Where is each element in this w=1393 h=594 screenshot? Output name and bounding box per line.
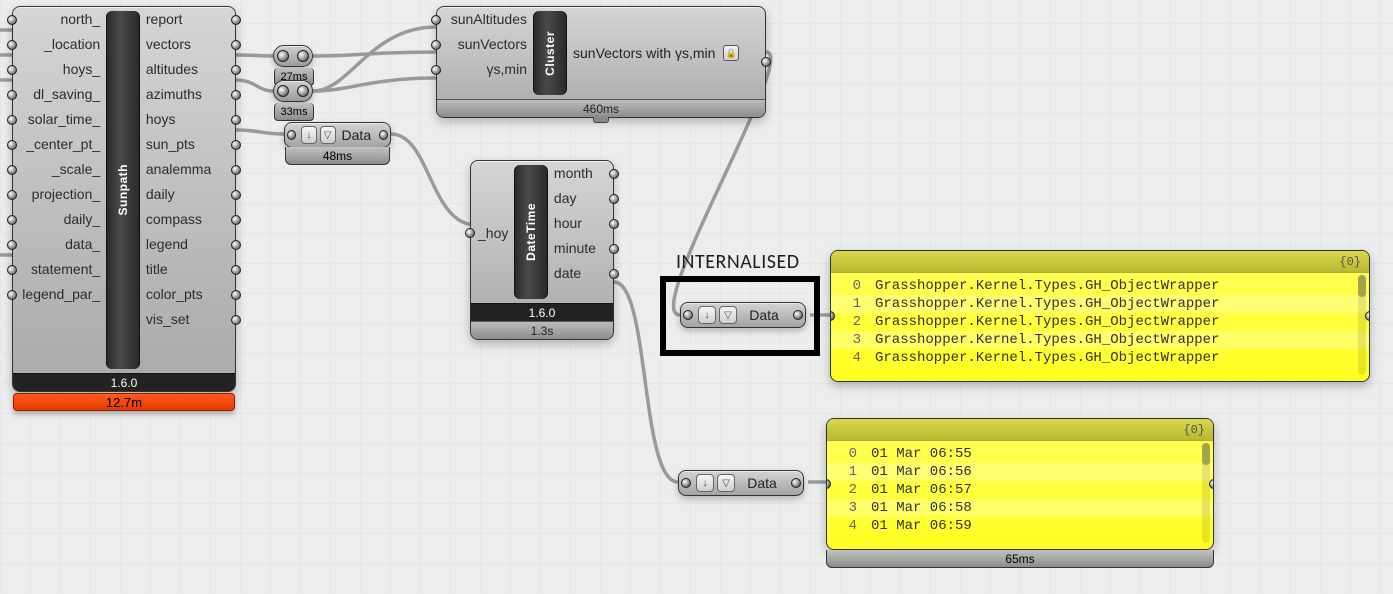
simplify-icon[interactable]: ▽ xyxy=(717,474,735,492)
data-param-1-time: 48ms xyxy=(285,147,390,165)
port-center-pt[interactable]: _center_pt_ xyxy=(13,132,106,157)
sunpath-version: 1.6.0 xyxy=(13,373,235,391)
port-cluster-output[interactable]: sunVectors with γs,min 🔒 xyxy=(567,38,765,68)
port-daily-in[interactable]: daily_ xyxy=(13,207,106,232)
datetime-spine: DateTime xyxy=(514,165,548,299)
port-day[interactable]: day xyxy=(548,186,613,211)
panel-scrollbar[interactable] xyxy=(1358,275,1366,375)
port-north[interactable]: north_ xyxy=(13,7,106,32)
relay-2[interactable]: 33ms xyxy=(273,80,313,102)
port-statement[interactable]: statement_ xyxy=(13,257,106,282)
port-hoys-out[interactable]: hoys xyxy=(140,107,235,132)
port-projection[interactable]: projection_ xyxy=(13,182,106,207)
panel-scrollbar[interactable] xyxy=(1202,443,1210,543)
annotation-internalised: INTERNALISED xyxy=(676,250,800,274)
cluster-component[interactable]: sunAltitudes sunVectors γs,min Cluster s… xyxy=(436,6,766,118)
port-date[interactable]: date xyxy=(548,261,613,286)
port-legend[interactable]: legend xyxy=(140,232,235,257)
data-param-2[interactable]: ↓ ▽ Data xyxy=(678,470,804,496)
port-compass[interactable]: compass xyxy=(140,207,235,232)
port-gamma-min[interactable]: γs,min xyxy=(437,57,533,82)
panel-dates[interactable]: {0} 001 Mar 06:55 101 Mar 06:56 201 Mar … xyxy=(826,418,1214,550)
panel-path: {0} xyxy=(1339,255,1361,269)
panel-objectwrapper[interactable]: {0} 0Grasshopper.Kernel.Types.GH_ObjectW… xyxy=(830,250,1370,382)
sunpath-outputs: report vectors altitudes azimuths hoys s… xyxy=(140,7,235,373)
port-daily-out[interactable]: daily xyxy=(140,182,235,207)
graft-icon[interactable]: ↓ xyxy=(301,126,317,144)
sunpath-component[interactable]: north_ _location hoys_ dl_saving_ solar_… xyxy=(12,6,236,392)
port-minute[interactable]: minute xyxy=(548,236,613,261)
panel-dates-time: 65ms xyxy=(826,550,1214,568)
port-month[interactable]: month xyxy=(548,161,613,186)
port-location[interactable]: _location xyxy=(13,32,106,57)
port-vis-set[interactable]: vis_set xyxy=(140,307,235,332)
datetime-component[interactable]: _hoy DateTime month day hour minute date… xyxy=(470,160,614,340)
relay-1[interactable]: 27ms xyxy=(273,45,313,67)
graft-icon[interactable]: ↓ xyxy=(696,474,714,492)
port-legend-par[interactable]: legend_par_ xyxy=(13,282,106,307)
sunpath-spine: Sunpath xyxy=(106,11,140,369)
port-hour[interactable]: hour xyxy=(548,211,613,236)
port-hoy-in[interactable]: _hoy xyxy=(471,221,514,246)
port-color-pts[interactable]: color_pts xyxy=(140,282,235,307)
port-scale[interactable]: _scale_ xyxy=(13,157,106,182)
port-report[interactable]: report xyxy=(140,7,235,32)
port-dl-saving[interactable]: dl_saving_ xyxy=(13,82,106,107)
port-analemma[interactable]: analemma xyxy=(140,157,235,182)
port-title[interactable]: title xyxy=(140,257,235,282)
panel-path: {0} xyxy=(1183,423,1205,437)
data-param-1[interactable]: ↓ ▽ Data 48ms xyxy=(284,122,391,148)
port-solar-time[interactable]: solar_time_ xyxy=(13,107,106,132)
graft-icon[interactable]: ↓ xyxy=(698,306,716,324)
port-altitudes[interactable]: altitudes xyxy=(140,57,235,82)
port-hoys-in[interactable]: hoys_ xyxy=(13,57,106,82)
cluster-inputs: sunAltitudes sunVectors γs,min xyxy=(437,7,533,99)
port-sunaltitudes[interactable]: sunAltitudes xyxy=(437,7,533,32)
datetime-inputs: _hoy xyxy=(471,161,514,305)
port-vectors[interactable]: vectors xyxy=(140,32,235,57)
port-sunvectors[interactable]: sunVectors xyxy=(437,32,533,57)
cluster-time: 460ms xyxy=(437,99,765,117)
port-azimuths[interactable]: azimuths xyxy=(140,82,235,107)
datetime-time: 1.3s xyxy=(471,321,613,339)
panel2-rows: 001 Mar 06:55 101 Mar 06:56 201 Mar 06:5… xyxy=(827,441,1213,539)
simplify-icon[interactable]: ▽ xyxy=(719,306,737,324)
data-param-internalised[interactable]: ↓ ▽ Data xyxy=(680,302,806,328)
panel1-rows: 0Grasshopper.Kernel.Types.GH_ObjectWrapp… xyxy=(831,273,1369,371)
datetime-outputs: month day hour minute date xyxy=(548,161,613,303)
cluster-outputs: sunVectors with γs,min 🔒 xyxy=(567,7,765,99)
port-data[interactable]: data_ xyxy=(13,232,106,257)
lock-icon[interactable]: 🔒 xyxy=(723,45,739,61)
sunpath-runtime-warning[interactable]: 12.7m xyxy=(13,393,235,411)
cluster-spine: Cluster xyxy=(533,11,567,95)
sunpath-inputs: north_ _location hoys_ dl_saving_ solar_… xyxy=(13,7,106,373)
port-sun-pts[interactable]: sun_pts xyxy=(140,132,235,157)
datetime-version: 1.6.0 xyxy=(471,303,613,321)
simplify-icon[interactable]: ▽ xyxy=(320,126,336,144)
relay-2-time: 33ms xyxy=(274,103,314,121)
